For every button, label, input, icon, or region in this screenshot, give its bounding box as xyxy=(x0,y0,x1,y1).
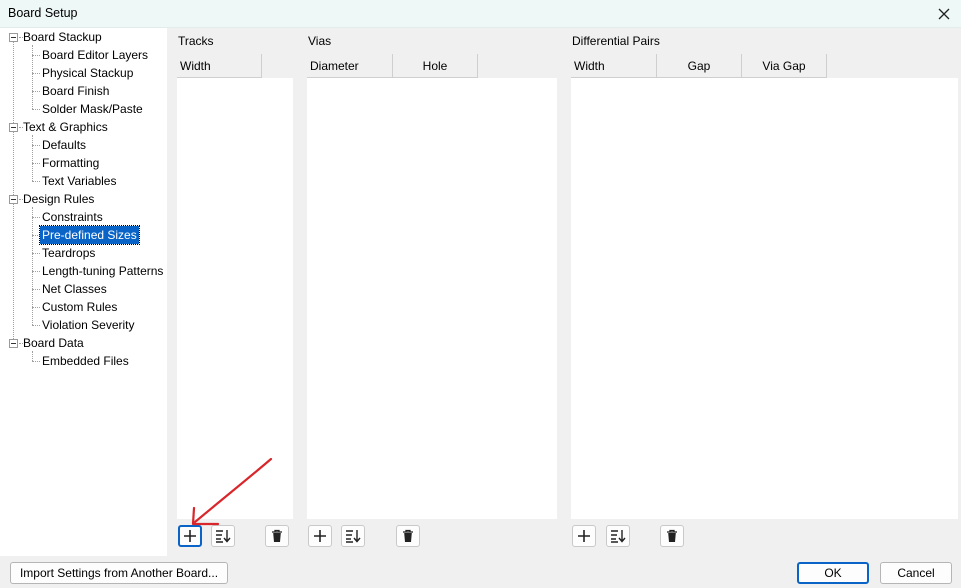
tree-item-embedded-files[interactable]: Embedded Files xyxy=(40,352,131,370)
delete-via-button[interactable] xyxy=(396,525,420,547)
differential-pairs-label: Differential Pairs xyxy=(572,34,660,48)
close-button[interactable] xyxy=(927,0,961,28)
tree-item-solder-mask-paste[interactable]: Solder Mask/Paste xyxy=(40,100,145,118)
tree-item-violation-severity[interactable]: Violation Severity xyxy=(40,316,137,334)
settings-tree[interactable]: Board Stackup Board Editor Layers Physic… xyxy=(0,28,167,556)
plus-icon xyxy=(314,530,326,542)
tree-item-board-editor-layers[interactable]: Board Editor Layers xyxy=(40,46,150,64)
collapse-icon[interactable] xyxy=(9,195,18,204)
column-header-width[interactable]: Width xyxy=(571,54,657,78)
vias-grid[interactable]: Diameter Hole xyxy=(307,54,557,519)
add-via-button[interactable] xyxy=(308,525,332,547)
column-header-diameter[interactable]: Diameter xyxy=(307,54,393,78)
tree-item-formatting[interactable]: Formatting xyxy=(40,154,101,172)
trash-icon xyxy=(667,529,677,542)
ok-button[interactable]: OK xyxy=(797,562,869,584)
tree-item-teardrops[interactable]: Teardrops xyxy=(40,244,97,262)
column-header-hole[interactable]: Hole xyxy=(393,54,478,78)
tracks-grid[interactable]: Width xyxy=(177,54,293,519)
trash-icon xyxy=(403,529,413,542)
cancel-button[interactable]: Cancel xyxy=(880,562,952,584)
tree-item-board-finish[interactable]: Board Finish xyxy=(40,82,111,100)
collapse-icon[interactable] xyxy=(9,339,18,348)
column-header-gap[interactable]: Gap xyxy=(657,54,742,78)
collapse-icon[interactable] xyxy=(9,33,18,42)
tree-item-physical-stackup[interactable]: Physical Stackup xyxy=(40,64,135,82)
tree-group-design-rules[interactable]: Design Rules xyxy=(21,190,96,208)
import-settings-button[interactable]: Import Settings from Another Board... xyxy=(10,562,228,584)
collapse-icon[interactable] xyxy=(9,123,18,132)
title-bar: Board Setup xyxy=(0,0,961,28)
tree-group-text-graphics[interactable]: Text & Graphics xyxy=(21,118,110,136)
tree-item-defaults[interactable]: Defaults xyxy=(40,136,88,154)
delete-diff-pair-button[interactable] xyxy=(660,525,684,547)
column-header-width[interactable]: Width xyxy=(177,54,262,78)
tree-item-custom-rules[interactable]: Custom Rules xyxy=(40,298,119,316)
tracks-label: Tracks xyxy=(178,34,214,48)
sort-icon xyxy=(611,530,626,543)
plus-icon xyxy=(578,530,590,542)
add-diff-pair-button[interactable] xyxy=(572,525,596,547)
tree-item-text-variables[interactable]: Text Variables xyxy=(40,172,118,190)
tree-connector xyxy=(32,351,33,361)
differential-pairs-grid[interactable]: Width Gap Via Gap xyxy=(571,54,958,519)
tree-item-length-tuning-patterns[interactable]: Length-tuning Patterns xyxy=(40,262,165,280)
tree-item-constraints[interactable]: Constraints xyxy=(40,208,105,226)
sort-icon xyxy=(346,530,361,543)
annotation-arrow-icon xyxy=(191,457,273,526)
tree-item-net-classes[interactable]: Net Classes xyxy=(40,280,109,298)
tree-group-board-stackup[interactable]: Board Stackup xyxy=(21,28,104,46)
close-icon xyxy=(938,8,950,20)
sort-vias-button[interactable] xyxy=(341,525,365,547)
vias-label: Vias xyxy=(308,34,332,48)
column-header-via-gap[interactable]: Via Gap xyxy=(742,54,827,78)
tree-item-predefined-sizes[interactable]: Pre-defined Sizes xyxy=(39,225,140,245)
tree-group-board-data[interactable]: Board Data xyxy=(21,334,86,352)
tree-connector xyxy=(32,135,33,181)
sort-diff-pairs-button[interactable] xyxy=(606,525,630,547)
tree-connector xyxy=(13,41,14,347)
window-title: Board Setup xyxy=(8,6,78,20)
